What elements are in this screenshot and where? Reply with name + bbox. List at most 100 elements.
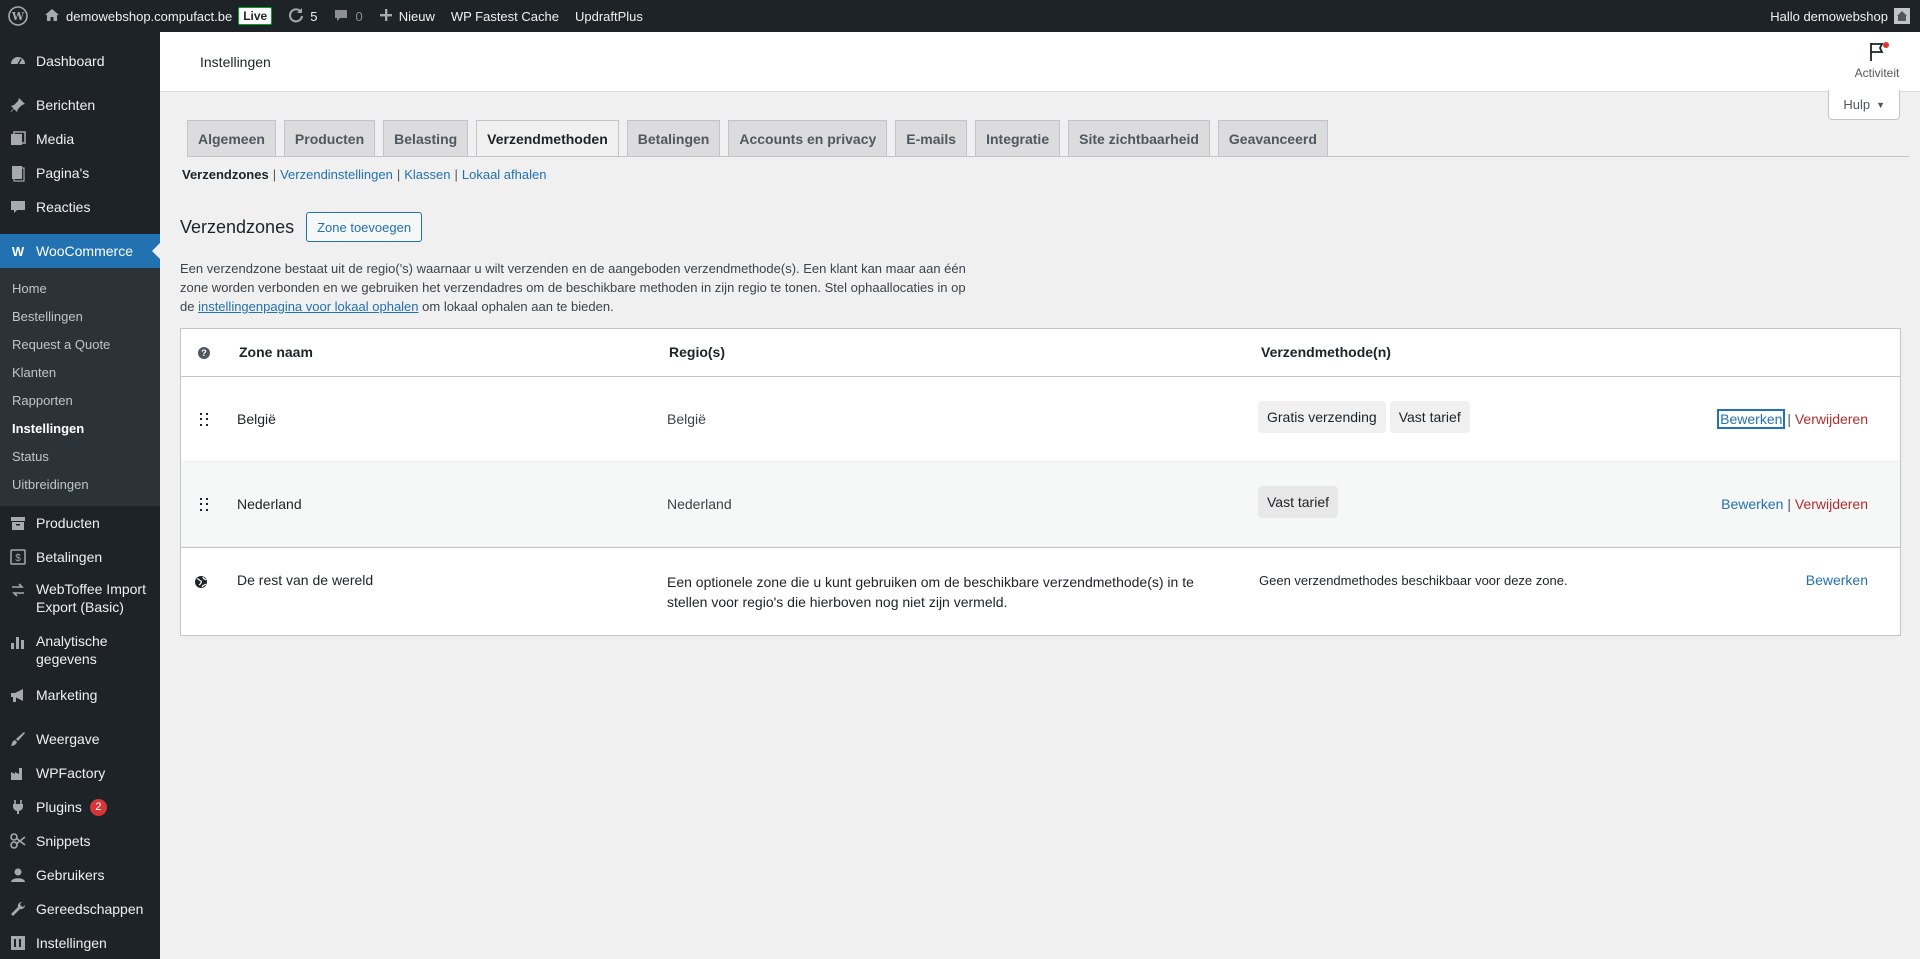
flag-icon	[1865, 40, 1889, 64]
drag-handle-icon[interactable]	[200, 498, 210, 512]
tab-advanced[interactable]: Geavanceerd	[1217, 120, 1328, 156]
subnav-zones[interactable]: Verzendzones	[182, 167, 269, 182]
submenu-orders[interactable]: Bestellingen	[0, 303, 160, 331]
menu-wpfactory[interactable]: WPFactory	[0, 756, 160, 790]
drag-handle-icon[interactable]	[200, 413, 210, 427]
wp-fastest-cache-link[interactable]: WP Fastest Cache	[443, 0, 567, 32]
updraftplus-link[interactable]: UpdraftPlus	[567, 0, 651, 32]
help-icon[interactable]: ?	[198, 347, 210, 359]
updates-link[interactable]: 5	[280, 0, 325, 32]
plugins-update-badge: 2	[89, 798, 107, 816]
brush-icon	[8, 729, 28, 749]
zone-region: Nederland	[667, 496, 732, 512]
section-description: Een verzendzone bestaat uit de regio('s)…	[180, 261, 966, 314]
submenu-home[interactable]: Home	[0, 275, 160, 303]
tab-products[interactable]: Producten	[283, 120, 376, 156]
zone-name: Nederland	[237, 496, 302, 512]
help-button[interactable]: Hulp ▼	[1828, 90, 1900, 120]
site-name: demowebshop.compufact.be	[66, 8, 233, 24]
new-content-link[interactable]: Nieuw	[371, 0, 443, 32]
menu-woocommerce[interactable]: W WooCommerce	[0, 234, 160, 268]
menu-dashboard[interactable]: Dashboard	[0, 44, 160, 78]
settings-icon	[8, 933, 28, 953]
submenu-extensions[interactable]: Uitbreidingen	[0, 471, 160, 499]
tab-integration[interactable]: Integratie	[975, 120, 1061, 156]
edit-link[interactable]: Bewerken	[1806, 572, 1868, 588]
subnav-local-pickup[interactable]: Lokaal afhalen	[462, 167, 547, 182]
wordpress-logo-icon[interactable]: W	[0, 0, 36, 32]
delete-link[interactable]: Verwijderen	[1795, 496, 1868, 512]
menu-tools[interactable]: Gereedschappen	[0, 892, 160, 926]
menu-plugins[interactable]: Plugins 2	[0, 790, 160, 824]
tab-shipping[interactable]: Verzendmethoden	[476, 120, 619, 157]
shipping-subnav: Verzendzones | Verzendinstellingen | Kla…	[182, 167, 547, 182]
tab-site-visibility[interactable]: Site zichtbaarheid	[1068, 120, 1210, 156]
archive-icon	[8, 513, 28, 533]
caret-down-icon: ▼	[1876, 99, 1885, 110]
svg-text:W: W	[12, 244, 25, 259]
activity-button[interactable]: Activiteit	[1846, 40, 1908, 80]
submenu-reports[interactable]: Rapporten	[0, 387, 160, 415]
add-zone-button[interactable]: Zone toevoegen	[306, 212, 423, 242]
tab-tax[interactable]: Belasting	[383, 120, 469, 156]
menu-comments[interactable]: Reacties	[0, 190, 160, 224]
updates-icon	[288, 7, 304, 26]
comments-link[interactable]: 0	[325, 0, 370, 32]
pin-icon	[8, 95, 28, 115]
page-title: Instellingen	[200, 54, 271, 70]
avatar	[1894, 8, 1910, 24]
local-pickup-settings-link[interactable]: instellingenpagina voor lokaal ophalen	[198, 299, 418, 314]
section-header: Verzendzones Zone toevoegen	[180, 212, 423, 242]
woocommerce-submenu: Home Bestellingen Request a Quote Klante…	[0, 268, 160, 506]
submenu-settings[interactable]: Instellingen	[0, 415, 160, 443]
comments-icon	[8, 197, 28, 217]
table-row: België België Gratis verzending Vast tari…	[181, 377, 1900, 462]
menu-snippets[interactable]: Snippets	[0, 824, 160, 858]
menu-media[interactable]: Media	[0, 122, 160, 156]
menu-payments[interactable]: $ Betalingen	[0, 540, 160, 574]
tab-general[interactable]: Algemeen	[187, 120, 276, 156]
subnav-shipping-settings[interactable]: Verzendinstellingen	[280, 167, 393, 182]
menu-marketing[interactable]: Marketing	[0, 678, 160, 712]
dollar-icon: $	[8, 547, 28, 567]
shipping-zones-table: ? Zone naam Regio(s) Verzendmethode(n) B…	[180, 328, 1901, 636]
menu-webtoffee[interactable]: WebToffee Import Export (Basic)	[0, 574, 160, 626]
tabs-divider	[187, 156, 1909, 157]
section-title: Verzendzones	[180, 216, 295, 237]
activity-label: Activiteit	[1854, 66, 1900, 80]
tab-emails[interactable]: E-mails	[895, 120, 968, 156]
submenu-customers[interactable]: Klanten	[0, 359, 160, 387]
my-account-link[interactable]: Hallo demowebshop	[1762, 0, 1920, 32]
site-name-link[interactable]: demowebshop.compufact.be Live	[36, 0, 280, 32]
row-actions: Bewerken | Verwijderen	[1721, 496, 1868, 512]
menu-pages[interactable]: Pagina's	[0, 156, 160, 190]
column-header-regions: Regio(s)	[669, 344, 725, 360]
edit-link[interactable]: Bewerken	[1717, 409, 1786, 429]
bar-chart-icon	[8, 632, 28, 652]
menu-users[interactable]: Gebruikers	[0, 858, 160, 892]
zone-methods: Gratis verzending Vast tarief	[1258, 401, 1474, 433]
plus-icon	[379, 8, 393, 25]
subnav-classes[interactable]: Klassen	[404, 167, 450, 182]
wrench-icon	[8, 899, 28, 919]
menu-appearance[interactable]: Weergave	[0, 722, 160, 756]
table-row: Nederland Nederland Vast tarief Bewerken…	[181, 462, 1900, 547]
activity-notification-dot	[1883, 42, 1889, 48]
comments-count: 0	[355, 8, 363, 24]
comment-icon	[333, 7, 349, 26]
menu-posts[interactable]: Berichten	[0, 88, 160, 122]
submenu-status[interactable]: Status	[0, 443, 160, 471]
delete-link[interactable]: Verwijderen	[1795, 411, 1868, 427]
page-header: Instellingen Activiteit	[160, 32, 1920, 92]
tab-accounts-privacy[interactable]: Accounts en privacy	[728, 120, 888, 156]
menu-settings[interactable]: Instellingen	[0, 926, 160, 959]
plug-icon	[8, 797, 28, 817]
tab-payments[interactable]: Betalingen	[626, 120, 721, 156]
table-row-rest-of-world: De rest van de wereld Een optionele zone…	[181, 547, 1900, 635]
pages-icon	[8, 163, 28, 183]
menu-products[interactable]: Producten	[0, 506, 160, 540]
menu-analytics[interactable]: Analytische gegevens	[0, 626, 160, 678]
method-pill: Vast tarief	[1389, 401, 1470, 433]
edit-link[interactable]: Bewerken	[1721, 496, 1783, 512]
submenu-request-quote[interactable]: Request a Quote	[0, 331, 160, 359]
